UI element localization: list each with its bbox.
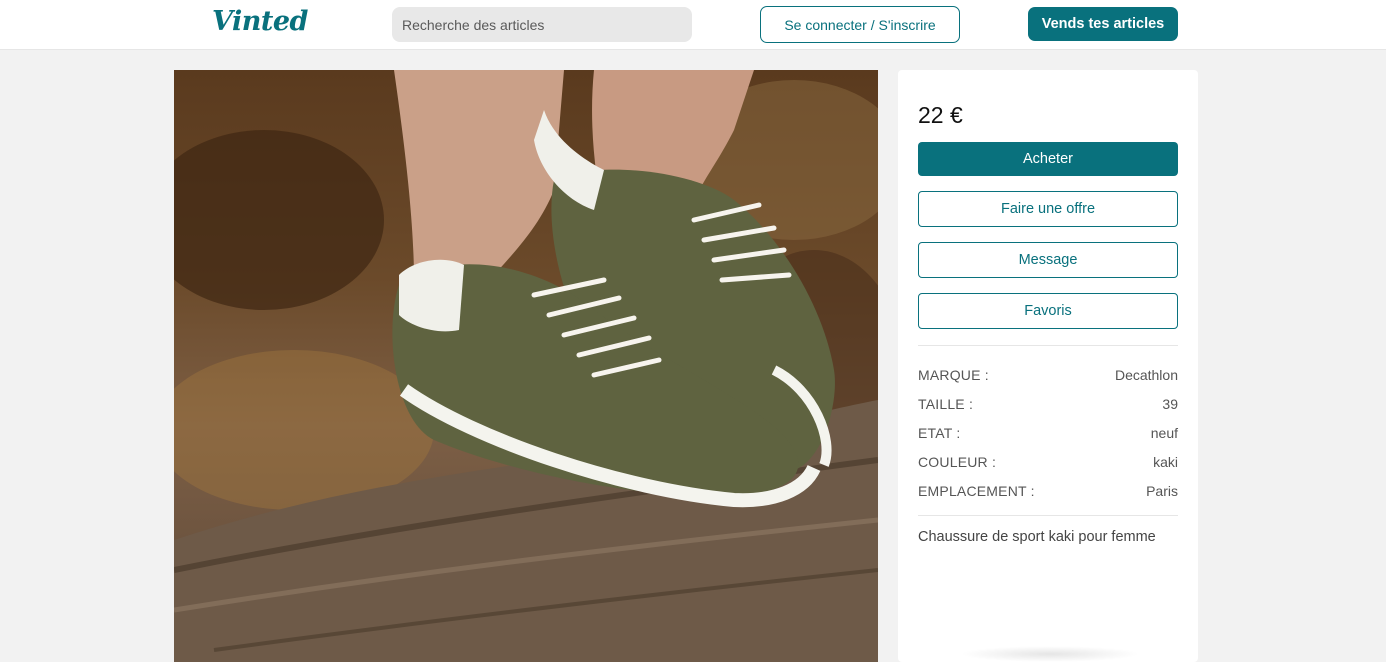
attribute-row-brand: MARQUE : Decathlon bbox=[918, 367, 1178, 396]
login-signup-button[interactable]: Se connecter / S'inscrire bbox=[760, 6, 960, 43]
favorite-button[interactable]: Favoris bbox=[918, 293, 1178, 329]
item-photo[interactable] bbox=[174, 70, 878, 662]
attribute-label: EMPLACEMENT : bbox=[918, 483, 1035, 499]
attribute-value: kaki bbox=[1153, 454, 1178, 470]
attribute-label: ETAT : bbox=[918, 425, 961, 441]
message-button[interactable]: Message bbox=[918, 242, 1178, 278]
search-bar[interactable] bbox=[392, 7, 692, 42]
attribute-row-location: EMPLACEMENT : Paris bbox=[918, 483, 1178, 512]
divider bbox=[918, 515, 1178, 516]
item-attributes: MARQUE : Decathlon TAILLE : 39 ETAT : ne… bbox=[918, 367, 1178, 512]
attribute-value: Paris bbox=[1146, 483, 1178, 499]
item-description: Chaussure de sport kaki pour femme bbox=[918, 529, 1156, 545]
attribute-label: MARQUE : bbox=[918, 367, 989, 383]
buy-button[interactable]: Acheter bbox=[918, 142, 1178, 176]
attribute-row-size: TAILLE : 39 bbox=[918, 396, 1178, 425]
attribute-label: COULEUR : bbox=[918, 454, 997, 470]
attribute-value: 39 bbox=[1162, 396, 1178, 412]
attribute-value: Decathlon bbox=[1114, 367, 1178, 383]
attribute-label: TAILLE : bbox=[918, 396, 974, 412]
attribute-row-condition: ETAT : neuf bbox=[918, 425, 1178, 454]
bottom-shadow bbox=[960, 646, 1140, 662]
item-details-panel: 22 € Acheter Faire une offre Message Fav… bbox=[898, 70, 1198, 662]
sell-items-button[interactable]: Vends tes articles bbox=[1028, 7, 1178, 41]
divider bbox=[918, 345, 1178, 346]
attribute-row-color: COULEUR : kaki bbox=[918, 454, 1178, 483]
attribute-value: neuf bbox=[1150, 425, 1178, 441]
make-offer-button[interactable]: Faire une offre bbox=[918, 191, 1178, 227]
top-header: Vinted Se connecter / S'inscrire Vends t… bbox=[0, 0, 1386, 50]
search-input[interactable] bbox=[402, 16, 692, 33]
khaki-sneaker-photo-icon bbox=[174, 70, 878, 662]
item-price: 22 € bbox=[918, 102, 963, 128]
vinted-logo[interactable]: Vinted bbox=[212, 6, 308, 37]
